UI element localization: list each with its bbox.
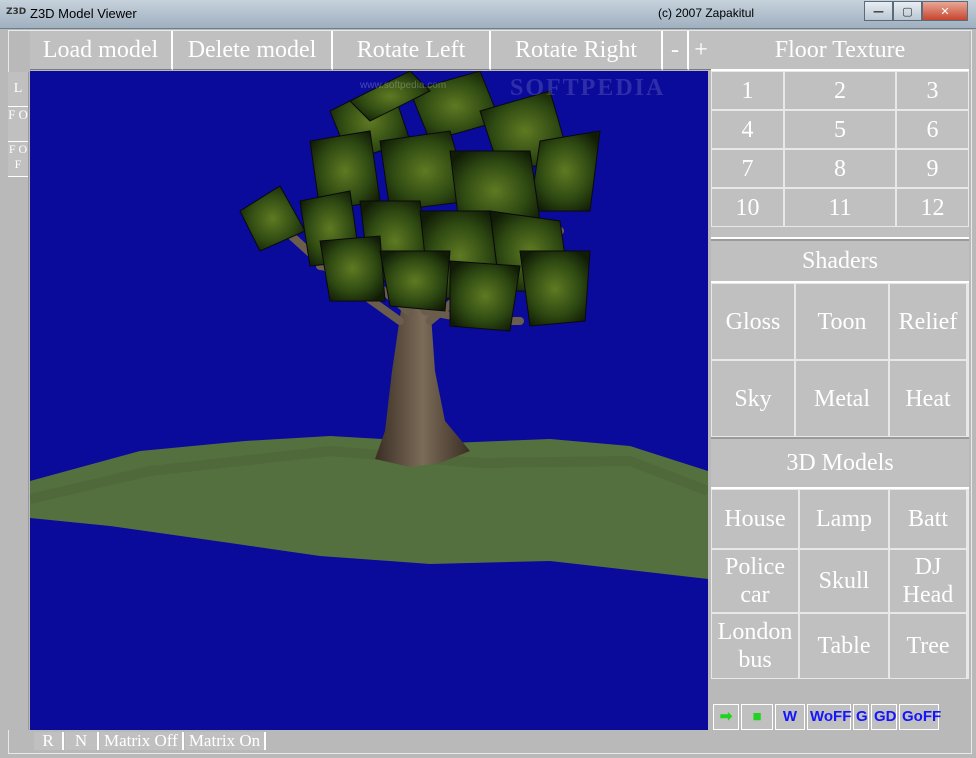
left-toolbar: L F O F OF	[8, 72, 29, 730]
floor-texture-12[interactable]: 12	[897, 189, 968, 226]
main-toolbar: Load model Delete model Rotate Left Rota…	[30, 31, 715, 71]
floor-texture-9[interactable]: 9	[897, 150, 968, 187]
matrix-off-button[interactable]: Matrix Off	[100, 732, 184, 750]
shaders-grid: Gloss Toon Relief Sky Metal Heat	[711, 283, 969, 437]
floor-texture-3[interactable]: 3	[897, 72, 968, 109]
model-london-bus[interactable]: London bus	[712, 614, 798, 678]
shader-sky[interactable]: Sky	[712, 361, 794, 436]
grid-off-button[interactable]: GoFF	[899, 704, 941, 730]
floor-texture-11[interactable]: 11	[785, 189, 895, 226]
models-title: 3D Models	[711, 437, 969, 489]
minimize-button[interactable]: —	[864, 1, 893, 21]
watermark-url: www.softpedia.com	[360, 80, 447, 91]
floor-texture-8[interactable]: 8	[785, 150, 895, 187]
floor-texture-5[interactable]: 5	[785, 111, 895, 148]
normal-button[interactable]: N	[65, 732, 99, 750]
model-skull[interactable]: Skull	[800, 550, 888, 612]
tree-scene	[30, 71, 708, 579]
shader-toon[interactable]: Toon	[796, 284, 888, 359]
model-lamp[interactable]: Lamp	[800, 490, 888, 548]
floor-texture-spacer	[711, 227, 969, 239]
right-panel: Floor Texture 1 2 3 4 5 6 7 8 9 10 11 12…	[711, 31, 969, 679]
window-title: Z3D Model Viewer	[30, 6, 137, 21]
zoom-out-button[interactable]: -	[663, 31, 689, 70]
model-tree[interactable]: Tree	[890, 614, 966, 678]
tree-foliage	[239, 71, 601, 332]
rotate-left-button[interactable]: Rotate Left	[333, 31, 491, 70]
floor-texture-title: Floor Texture	[711, 31, 969, 71]
wireframe-button[interactable]: W	[775, 704, 805, 730]
shader-gloss[interactable]: Gloss	[712, 284, 794, 359]
grid-d-button[interactable]: GD	[871, 704, 897, 730]
floor-texture-7[interactable]: 7	[712, 150, 783, 187]
load-model-button[interactable]: Load model	[30, 31, 173, 70]
watermark-text: SOFTPEDIA	[510, 75, 666, 101]
reset-button[interactable]: R	[34, 732, 64, 750]
model-batt[interactable]: Batt	[890, 490, 966, 548]
delete-model-button[interactable]: Delete model	[173, 31, 333, 70]
rotate-right-button[interactable]: Rotate Right	[491, 31, 663, 70]
title-bar: Z3D Z3D Model Viewer (c) 2007 Zapakitul …	[0, 0, 976, 29]
maximize-button[interactable]: ▢	[893, 1, 922, 21]
copyright-text: (c) 2007 Zapakitul	[658, 6, 755, 20]
floor-texture-6[interactable]: 6	[897, 111, 968, 148]
shaders-title: Shaders	[711, 239, 969, 283]
floor-texture-4[interactable]: 4	[712, 111, 783, 148]
left-button-l[interactable]: L	[8, 72, 28, 107]
shader-metal[interactable]: Metal	[796, 361, 888, 436]
arrow-right-icon[interactable]: ➡	[713, 704, 739, 730]
left-button-fo[interactable]: F O	[8, 107, 28, 142]
grid-button[interactable]: G	[853, 704, 869, 730]
floor-texture-10[interactable]: 10	[712, 189, 783, 226]
matrix-on-button[interactable]: Matrix On	[184, 732, 267, 750]
floor-texture-1[interactable]: 1	[712, 72, 783, 109]
tool-strip: ➡ ■ W WoFF G GD GoFF	[713, 704, 941, 730]
floor-texture-grid: 1 2 3 4 5 6 7 8 9 10 11 12	[711, 71, 969, 227]
model-house[interactable]: House	[712, 490, 798, 548]
3d-viewport[interactable]: SOFTPEDIA www.softpedia.com	[30, 71, 708, 732]
shader-heat[interactable]: Heat	[890, 361, 966, 436]
close-button[interactable]: ✕	[922, 1, 968, 21]
bottom-toolbar: R N Matrix Off Matrix On	[34, 732, 267, 750]
left-button-fof[interactable]: F OF	[8, 142, 28, 177]
floor-texture-2[interactable]: 2	[785, 72, 895, 109]
model-table[interactable]: Table	[800, 614, 888, 678]
model-police-car[interactable]: Police car	[712, 550, 798, 612]
app-icon: Z3D	[6, 7, 27, 17]
green-square-icon[interactable]: ■	[741, 704, 773, 730]
model-dj-head[interactable]: DJ Head	[890, 550, 966, 612]
wireframe-off-button[interactable]: WoFF	[807, 704, 851, 730]
shader-relief[interactable]: Relief	[890, 284, 966, 359]
models-grid: House Lamp Batt Police car Skull DJ Head…	[711, 489, 969, 679]
